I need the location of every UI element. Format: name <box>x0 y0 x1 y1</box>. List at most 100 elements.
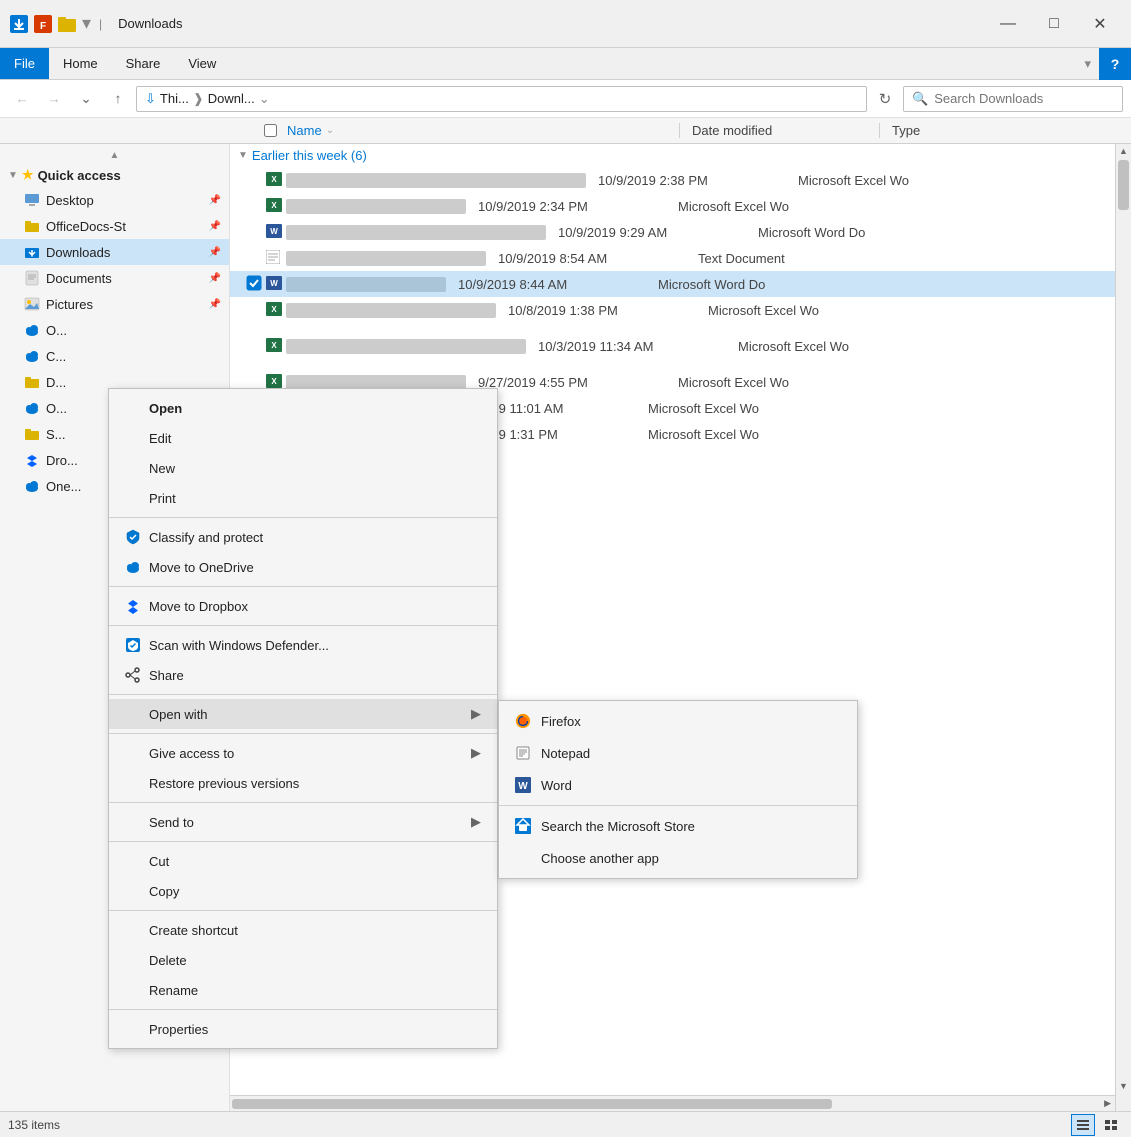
excel-file-icon: X <box>266 172 286 189</box>
recent-button[interactable]: ⌄ <box>72 85 100 113</box>
table-row[interactable]: X ████ ████ 10/9/2019 2:34 PM Microsoft … <box>230 193 1131 219</box>
menu-help-button[interactable]: ? <box>1099 48 1131 80</box>
table-row[interactable]: X ████████ ██████████ ███ 10/9/2019 2:38… <box>230 167 1131 193</box>
up-button[interactable]: ↑ <box>104 85 132 113</box>
table-row[interactable]: X ████████ ████████ 10/3/2019 11:34 AM M… <box>230 333 1131 359</box>
scrollbar-horizontal[interactable]: ▶ <box>230 1095 1115 1111</box>
file-checkbox[interactable] <box>246 275 266 294</box>
dropdown-arrow[interactable]: ▾ <box>82 13 91 34</box>
ctx-edit[interactable]: Edit <box>109 423 497 453</box>
view-list-button[interactable] <box>1071 1114 1095 1136</box>
file-icon: F <box>32 13 54 35</box>
ctx-open[interactable]: Open <box>109 393 497 423</box>
ctx-move-dropbox[interactable]: Move to Dropbox <box>109 591 497 621</box>
file-type: Microsoft Excel Wo <box>636 427 836 442</box>
ctx-delete[interactable]: Delete <box>109 945 497 975</box>
ctx-label: Open with <box>149 707 208 722</box>
minimize-button[interactable]: — <box>985 8 1031 40</box>
firefox-icon <box>515 713 531 729</box>
scroll-thumb[interactable] <box>1118 160 1129 210</box>
ctx-move-onedrive[interactable]: Move to OneDrive <box>109 552 497 582</box>
scroll-up[interactable]: ▲ <box>0 148 229 163</box>
ctx-scan-defender[interactable]: Scan with Windows Defender... <box>109 630 497 660</box>
sub-ctx-choose-app[interactable]: Choose another app <box>499 842 857 874</box>
search-box[interactable]: 🔍 <box>903 86 1123 112</box>
table-row[interactable]: W █████ ████ ██ ████ ███ 10/9/2019 9:29 … <box>230 219 1131 245</box>
sidebar-item-documents[interactable]: Documents 📌 <box>0 265 229 291</box>
sidebar-item-label: Dro... <box>46 453 78 468</box>
ctx-new[interactable]: New <box>109 453 497 483</box>
sidebar-item-downloads[interactable]: Downloads 📌 <box>0 239 229 265</box>
choose-app-icon <box>515 850 531 866</box>
maximize-button[interactable]: □ <box>1031 8 1077 40</box>
col-name[interactable]: Name ⌄ <box>240 123 680 138</box>
file-type: Microsoft Excel Wo <box>786 173 986 188</box>
refresh-button[interactable]: ↻ <box>871 85 899 113</box>
table-row[interactable]: X ███ ████ ████ 10/8/2019 1:38 PM Micros… <box>230 297 1131 323</box>
menu-expand-icon[interactable]: ▾ <box>1076 48 1099 79</box>
section-header[interactable]: ▼ Earlier this week (6) <box>230 144 1131 167</box>
sub-ctx-label: Choose another app <box>541 851 659 866</box>
col-date[interactable]: Date modified <box>680 123 880 138</box>
col-type[interactable]: Type <box>880 123 1131 138</box>
ctx-label: Properties <box>149 1022 208 1037</box>
menu-share[interactable]: Share <box>112 48 175 79</box>
ctx-send-to[interactable]: Send to ▶ <box>109 807 497 837</box>
ctx-share[interactable]: Share <box>109 660 497 690</box>
sub-ctx-store[interactable]: Search the Microsoft Store <box>499 810 857 842</box>
ctx-copy[interactable]: Copy <box>109 876 497 906</box>
sub-ctx-firefox[interactable]: Firefox <box>499 705 857 737</box>
pin-icon: 📌 <box>209 299 221 310</box>
table-row[interactable]: ███████ ████ 10/9/2019 8:54 AM Text Docu… <box>230 245 1131 271</box>
close-button[interactable]: ✕ <box>1077 8 1123 40</box>
menu-file[interactable]: File <box>0 48 49 79</box>
word-file-icon: W <box>266 276 286 293</box>
ctx-properties[interactable]: Properties <box>109 1014 497 1044</box>
ctx-rename[interactable]: Rename <box>109 975 497 1005</box>
view-details-button[interactable] <box>1099 1114 1123 1136</box>
scroll-h-thumb[interactable] <box>232 1099 832 1109</box>
context-menu: Open Edit New Print Classify and protect <box>108 388 498 1049</box>
sub-ctx-word[interactable]: W Word <box>499 769 857 801</box>
sidebar-item-desktop[interactable]: Desktop 📌 <box>0 187 229 213</box>
ctx-open-with[interactable]: Open with ▶ <box>109 699 497 729</box>
sub-ctx-notepad[interactable]: Notepad <box>499 737 857 769</box>
back-button[interactable]: ← <box>8 85 36 113</box>
sidebar-item-pictures[interactable]: Pictures 📌 <box>0 291 229 317</box>
forward-button[interactable]: → <box>40 85 68 113</box>
ctx-cut[interactable]: Cut <box>109 846 497 876</box>
onedrive-icon <box>24 400 40 416</box>
table-row[interactable]: W ██ ██████ 10/9/2019 8:44 AM Microsoft … <box>230 271 1131 297</box>
giveaccess-icon <box>125 745 141 761</box>
ctx-classify[interactable]: Classify and protect <box>109 522 497 552</box>
ctx-label: Move to OneDrive <box>149 560 254 575</box>
scroll-up-btn[interactable]: ▲ <box>1116 144 1131 158</box>
scroll-down-btn[interactable]: ▼ <box>1116 1081 1131 1091</box>
select-all-checkbox[interactable] <box>264 124 277 137</box>
search-input[interactable] <box>934 91 1114 106</box>
ctx-give-access[interactable]: Give access to ▶ <box>109 738 497 768</box>
sidebar-item-onedrive1[interactable]: O... <box>0 317 229 343</box>
sidebar-item-label: Documents <box>46 271 112 286</box>
file-type: Text Document <box>686 251 886 266</box>
view-controls <box>1071 1114 1123 1136</box>
excel-file-icon: X <box>266 338 286 355</box>
address-path[interactable]: ⇩ Thi... ❱ Downl... ⌄ <box>136 86 867 112</box>
text-file-icon <box>266 250 286 267</box>
menu-home[interactable]: Home <box>49 48 112 79</box>
svg-text:W: W <box>270 227 278 236</box>
path-expand[interactable]: ⌄ <box>259 91 270 107</box>
sidebar-item-officedocs[interactable]: OfficeDocs-St 📌 <box>0 213 229 239</box>
menu-view[interactable]: View <box>174 48 230 79</box>
sidebar-item-onedrive2[interactable]: C... <box>0 343 229 369</box>
scroll-right-btn[interactable]: ▶ <box>1104 1098 1115 1109</box>
quick-access-header[interactable]: ▼ ★ Quick access <box>0 163 229 187</box>
ctx-create-shortcut[interactable]: Create shortcut <box>109 915 497 945</box>
ctx-restore-versions[interactable]: Restore previous versions <box>109 768 497 798</box>
svg-text:F: F <box>40 21 46 32</box>
ctx-print[interactable]: Print <box>109 483 497 513</box>
file-date: 10/9/2019 8:44 AM <box>446 277 646 292</box>
scrollbar-vertical[interactable]: ▲ ▼ <box>1115 144 1131 1111</box>
sub-context-menu: Firefox Notepad W Word <box>498 700 858 879</box>
share-icon <box>125 667 141 683</box>
